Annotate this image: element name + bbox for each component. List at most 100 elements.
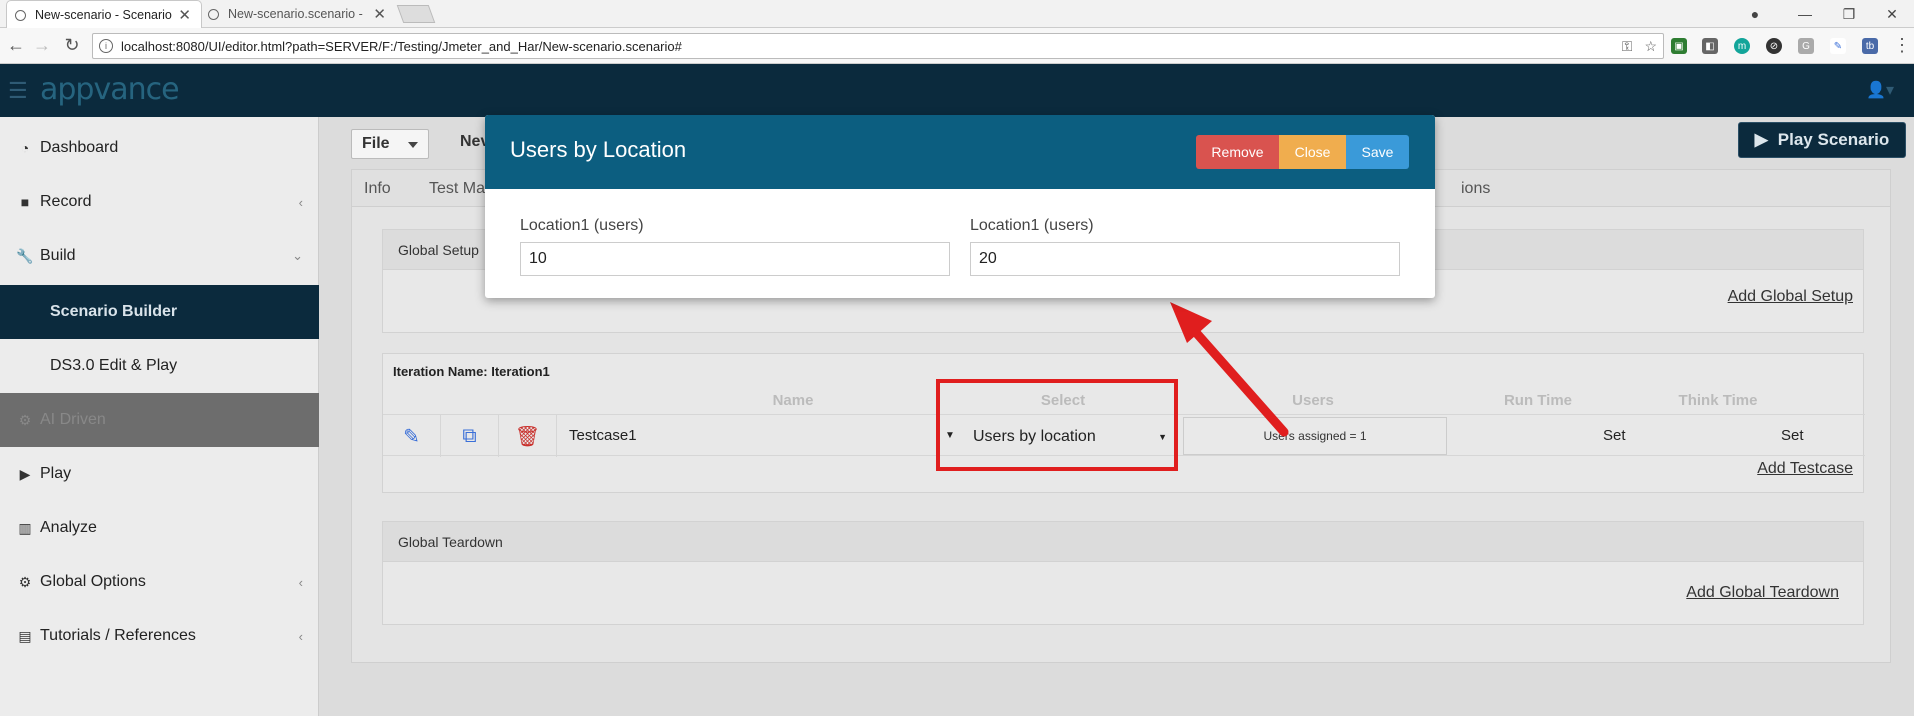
browser-tab-title: New-scenario - Scenario — [35, 7, 172, 22]
sidebar: ◔ Dashboard ■ Record ‹ 🔧 Build ⌄ Scenari… — [0, 117, 319, 716]
sidebar-item-ds3-edit-play[interactable]: DS3.0 Edit & Play — [0, 339, 319, 393]
restore-icon[interactable]: ❐ — [1827, 0, 1871, 28]
user-menu-icon[interactable]: 👤▾ — [1866, 80, 1894, 100]
extension-icon[interactable]: ◧ — [1702, 38, 1718, 54]
tab-info[interactable]: Info — [364, 180, 391, 198]
sidebar-item-label: Tutorials / References — [40, 627, 196, 644]
add-global-setup-link[interactable]: Add Global Setup — [1728, 288, 1853, 306]
play-scenario-label: Play Scenario — [1777, 130, 1890, 149]
sidebar-item-record[interactable]: ■ Record ‹ — [0, 175, 319, 229]
extension-icon[interactable]: tb — [1862, 38, 1878, 54]
minimize-icon[interactable]: — — [1783, 0, 1827, 28]
close-tab-icon[interactable]: ✕ — [178, 6, 191, 24]
column-header-think-time: Think Time — [1678, 392, 1758, 409]
extension-icon[interactable]: ▣ — [1671, 38, 1687, 54]
sidebar-item-tutorials[interactable]: ▤ Tutorials / References ‹ — [0, 609, 319, 663]
sidebar-item-label: Dashboard — [40, 139, 119, 156]
caret-down-icon — [408, 142, 418, 148]
sidebar-item-scenario-builder[interactable]: Scenario Builder — [0, 285, 319, 339]
sidebar-item-label: Analyze — [40, 519, 97, 536]
key-icon[interactable]: ⚿ — [1622, 38, 1633, 55]
sidebar-item-label: Build — [40, 247, 76, 264]
chevron-left-icon: ‹ — [298, 194, 303, 210]
play-icon: ▶ — [19, 465, 31, 482]
wrench-icon: 🔧 — [16, 247, 34, 264]
users-by-location-modal: Users by Location Remove Close Save Loca… — [485, 115, 1435, 298]
sidebar-item-dashboard[interactable]: ◔ Dashboard — [0, 121, 319, 175]
page-favicon-icon — [208, 9, 219, 20]
back-icon[interactable]: ← — [6, 36, 26, 54]
forward-icon[interactable]: → — [32, 36, 52, 54]
close-tab-icon[interactable]: ✕ — [373, 5, 386, 23]
trash-icon[interactable]: 🗑 — [499, 415, 557, 457]
sidebar-item-global-options[interactable]: ⚙ Global Options ‹ — [0, 555, 319, 609]
url-text: localhost:8080/UI/editor.html?path=SERVE… — [121, 38, 682, 54]
reload-icon[interactable]: ↻ — [62, 36, 82, 54]
bar-chart-icon: ▥ — [18, 519, 32, 536]
location1-users-input[interactable] — [520, 242, 950, 276]
global-teardown-panel: Global Teardown Add Global Teardown — [382, 521, 1864, 625]
add-testcase-link[interactable]: Add Testcase — [1757, 460, 1853, 478]
chevron-left-icon: ‹ — [298, 628, 303, 644]
browser-tabstrip: New-scenario - Scenario ✕ New-scenario.s… — [0, 0, 1914, 28]
file-menu-button[interactable]: File — [351, 129, 429, 159]
play-icon: ▶ — [1754, 130, 1768, 149]
page-favicon-icon — [15, 10, 26, 21]
annotation-highlight-box — [936, 379, 1178, 471]
add-global-teardown-link[interactable]: Add Global Teardown — [1686, 584, 1839, 602]
location1-users-label: Location1 (users) — [520, 217, 644, 234]
file-label: File — [362, 135, 390, 152]
extension-icon[interactable]: ✎ — [1830, 38, 1846, 54]
site-info-icon[interactable]: i — [99, 39, 113, 53]
remove-button[interactable]: Remove — [1196, 135, 1279, 169]
bookmark-star-icon[interactable]: ☆ — [1644, 38, 1657, 55]
think-time-set[interactable]: Set — [1781, 427, 1804, 444]
sidebar-item-analyze[interactable]: ▥ Analyze — [0, 501, 319, 555]
tab-options[interactable]: ions — [1461, 180, 1490, 198]
new-tab-button[interactable] — [396, 5, 436, 23]
edit-pencil-icon[interactable]: ✎ — [383, 415, 441, 457]
play-scenario-button[interactable]: ▶ Play Scenario — [1738, 122, 1906, 158]
app-logo: appvance — [40, 72, 180, 107]
column-header-run-time: Run Time — [1503, 392, 1573, 409]
sidebar-item-label: Record — [40, 193, 92, 210]
extension-icon[interactable]: m — [1734, 38, 1750, 54]
chevron-down-icon: ⌄ — [292, 248, 303, 263]
extension-icon[interactable]: ⊘ — [1766, 38, 1782, 54]
sidebar-item-label: Play — [40, 465, 72, 482]
address-bar[interactable]: i localhost:8080/UI/editor.html?path=SER… — [92, 33, 1664, 59]
sidebar-item-build[interactable]: 🔧 Build ⌄ — [0, 229, 319, 283]
sidebar-item-label: Scenario Builder — [50, 303, 178, 320]
sidebar-item-label: AI Driven — [40, 411, 106, 428]
extension-icon[interactable]: G — [1798, 38, 1814, 54]
browser-menu-icon[interactable]: ⋮ — [1892, 36, 1912, 54]
location2-users-label: Location1 (users) — [970, 217, 1094, 234]
tab-test-management[interactable]: Test Ma — [429, 180, 485, 198]
save-button[interactable]: Save — [1346, 135, 1409, 169]
modal-title: Users by Location — [510, 137, 687, 162]
dashboard-icon: ◔ — [20, 140, 30, 156]
location2-users-input[interactable] — [970, 242, 1400, 276]
chevron-left-icon: ‹ — [298, 574, 303, 590]
close-button[interactable]: Close — [1279, 135, 1346, 169]
window-close-icon[interactable]: ✕ — [1870, 0, 1914, 28]
sidebar-item-ai-driven[interactable]: ⚙ AI Driven — [0, 393, 319, 447]
browser-tab-title: New-scenario.scenario - — [228, 7, 363, 21]
profile-icon[interactable]: ● — [1733, 0, 1777, 28]
cogs-icon: ⚙ — [18, 573, 32, 590]
copy-icon[interactable]: ⧉ — [441, 415, 499, 457]
column-header-users: Users — [1292, 392, 1334, 409]
users-assigned-field[interactable]: Users assigned = 1 — [1183, 417, 1447, 455]
testcase-name: Testcase1 — [569, 427, 637, 444]
hamburger-menu-icon[interactable]: ☰ — [8, 78, 28, 104]
sidebar-item-label: Global Options — [40, 573, 146, 590]
modal-header: Users by Location Remove Close Save — [485, 115, 1435, 189]
global-teardown-header: Global Teardown — [383, 522, 1863, 562]
sidebar-item-play[interactable]: ▶ Play — [0, 447, 319, 501]
run-time-set[interactable]: Set — [1603, 427, 1626, 444]
browser-toolbar: ← → ↻ i localhost:8080/UI/editor.html?pa… — [0, 28, 1914, 64]
browser-tab-inactive[interactable]: New-scenario.scenario - ✕ — [200, 0, 396, 28]
browser-tab-active[interactable]: New-scenario - Scenario ✕ — [6, 0, 202, 28]
column-header-name: Name — [772, 392, 814, 409]
video-camera-icon: ■ — [20, 194, 30, 210]
